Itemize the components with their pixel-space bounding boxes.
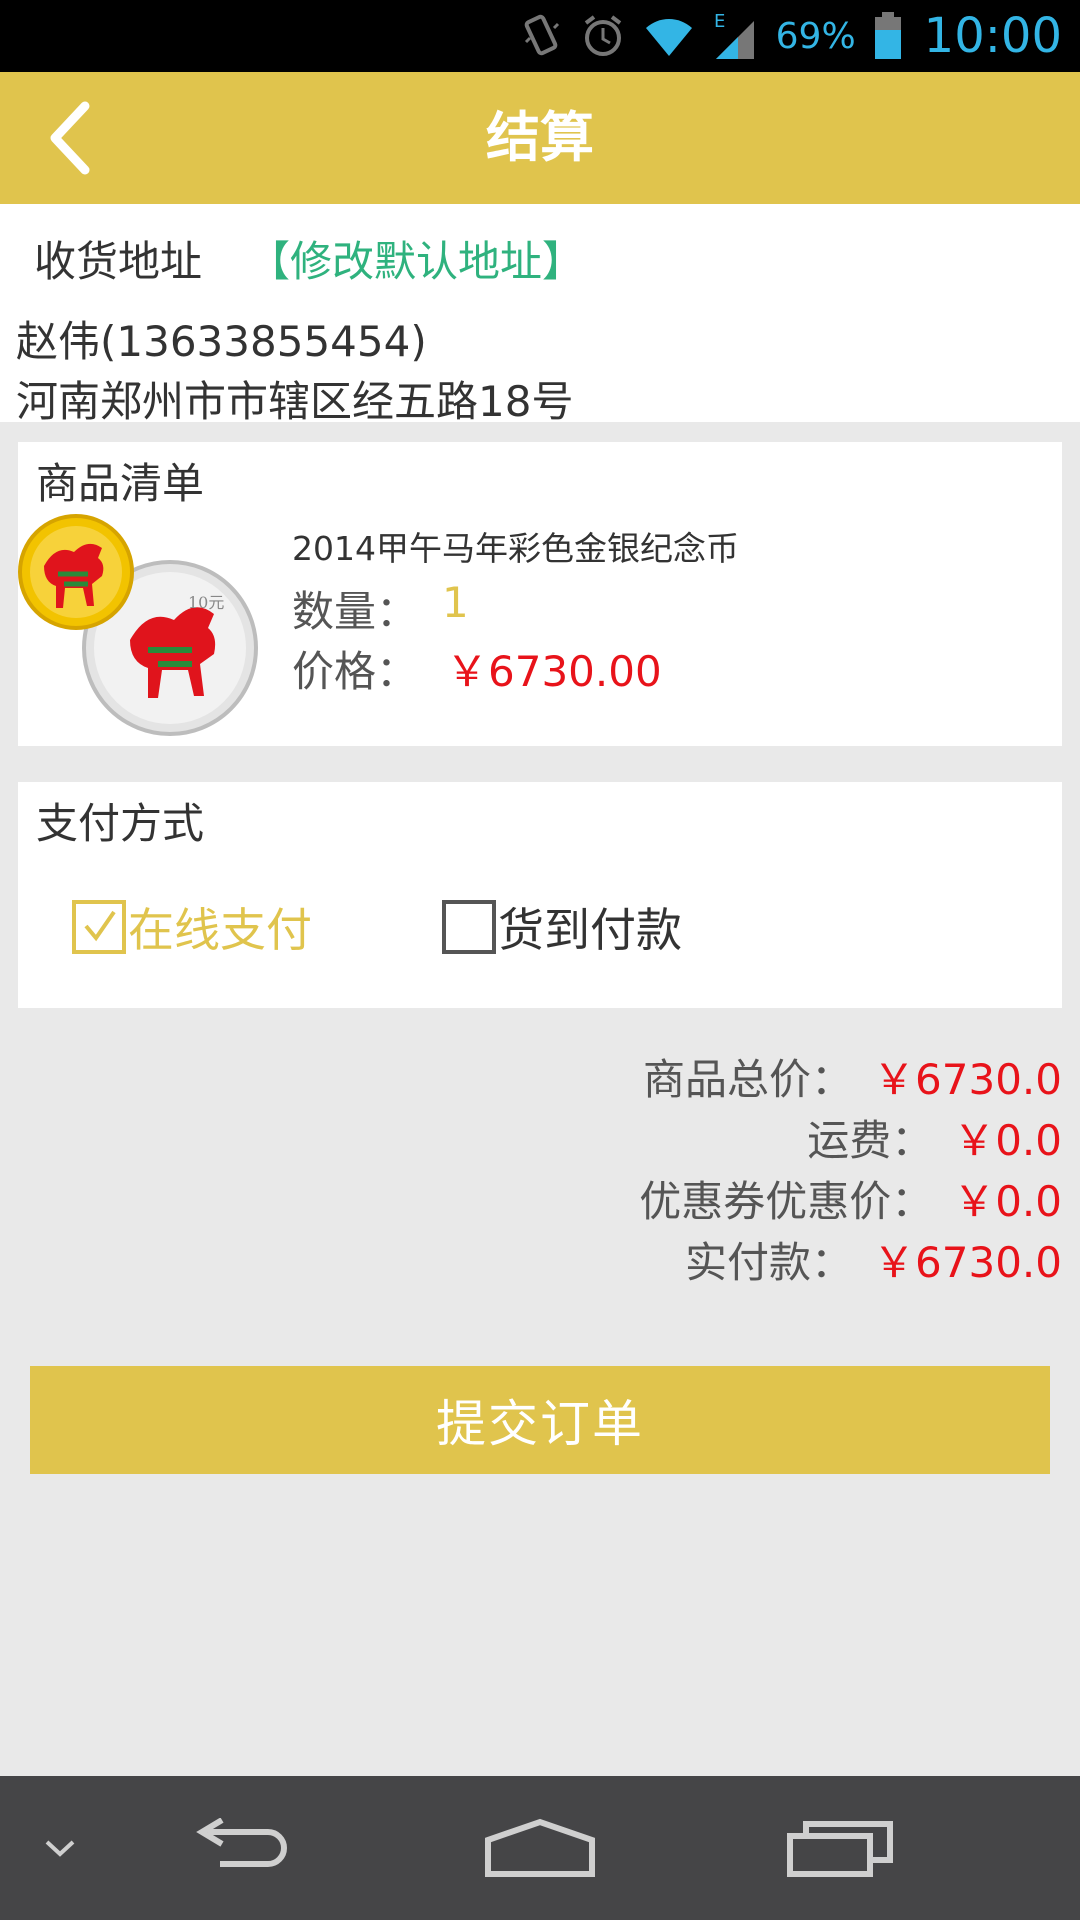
payment-option-online[interactable]: 在线支付 xyxy=(72,894,312,960)
price-label: 价格： xyxy=(292,647,419,696)
shipping-fee-label: 运费： xyxy=(807,1116,934,1165)
checkmark-icon xyxy=(84,910,116,942)
nav-recents-button[interactable] xyxy=(780,1776,900,1920)
order-summary: 商品总价： ￥6730.0 运费： ￥0.0 优惠券优惠价： ￥0.0 实付款：… xyxy=(362,1046,1062,1290)
nav-collapse-button[interactable] xyxy=(30,1776,90,1920)
nav-back-button[interactable] xyxy=(180,1776,300,1920)
signal-icon: E xyxy=(712,11,758,61)
quantity-label: 数量： xyxy=(292,587,419,636)
recipient-name-phone: 赵伟(13633855454) xyxy=(16,317,427,366)
edit-default-address-link[interactable]: 【修改默认地址】 xyxy=(248,228,584,289)
home-icon xyxy=(485,1818,595,1877)
recents-icon xyxy=(787,1821,893,1877)
recipient-address: 河南郑州市市辖区经五路18号 xyxy=(16,377,574,426)
shipping-fee-value: ￥0.0 xyxy=(953,1116,1062,1165)
cash-on-delivery-label[interactable]: 货到付款 xyxy=(498,894,682,960)
summary-row-coupon: 优惠券优惠价： ￥0.0 xyxy=(362,1168,1062,1229)
cash-on-delivery-checkbox[interactable] xyxy=(442,900,496,954)
svg-text:E: E xyxy=(714,11,725,32)
shipping-address-label: 收货地址 xyxy=(34,237,203,286)
amount-payable-label: 实付款： xyxy=(685,1238,854,1287)
product-name[interactable]: 2014甲午马年彩色金银纪念币 xyxy=(292,522,739,570)
product-list-card: 商品清单 10元 2014甲午马年彩色金银纪念币 数量： 1 价格： ￥6730… xyxy=(18,442,1062,746)
vibrate-icon xyxy=(522,12,562,60)
summary-row-shipping: 运费： ￥0.0 xyxy=(362,1107,1062,1168)
submit-order-button[interactable]: 提交订单 xyxy=(30,1366,1050,1474)
subtotal-label: 商品总价： xyxy=(643,1055,854,1104)
status-bar: E 69% 10:00 xyxy=(0,0,1080,72)
battery-percent: 69% xyxy=(775,15,856,57)
price-value: ￥6730.00 xyxy=(446,647,662,696)
summary-row-subtotal: 商品总价： ￥6730.0 xyxy=(362,1046,1062,1107)
payment-method-card: 支付方式 在线支付 货到付款 xyxy=(18,782,1062,1008)
wifi-icon xyxy=(644,14,694,58)
amount-payable-value: ￥6730.0 xyxy=(873,1238,1062,1287)
online-payment-checkbox[interactable] xyxy=(72,900,126,954)
quantity-value: 1 xyxy=(442,578,469,627)
subtotal-value: ￥6730.0 xyxy=(873,1055,1062,1104)
title-bar: 结算 xyxy=(0,72,1080,204)
chevron-down-icon xyxy=(45,1840,75,1857)
coupon-discount-value: ￥0.0 xyxy=(953,1177,1062,1226)
back-icon xyxy=(196,1818,287,1867)
svg-text:10元: 10元 xyxy=(188,593,224,612)
coupon-discount-label: 优惠券优惠价： xyxy=(639,1177,934,1226)
shipping-address-section: 收货地址 【修改默认地址】 赵伟(13633855454) 河南郑州市市辖区经五… xyxy=(0,204,1080,426)
clock: 10:00 xyxy=(923,8,1062,64)
alarm-icon xyxy=(580,13,626,59)
system-nav-bar xyxy=(0,1776,1080,1920)
page-title: 结算 xyxy=(486,106,594,169)
online-payment-label[interactable]: 在线支付 xyxy=(128,894,312,960)
product-image[interactable]: 10元 xyxy=(18,500,258,740)
battery-icon xyxy=(874,12,902,60)
payment-method-title: 支付方式 xyxy=(36,799,205,848)
summary-row-total: 实付款： ￥6730.0 xyxy=(362,1229,1062,1290)
payment-option-cod[interactable]: 货到付款 xyxy=(442,894,682,960)
nav-home-button[interactable] xyxy=(480,1776,600,1920)
